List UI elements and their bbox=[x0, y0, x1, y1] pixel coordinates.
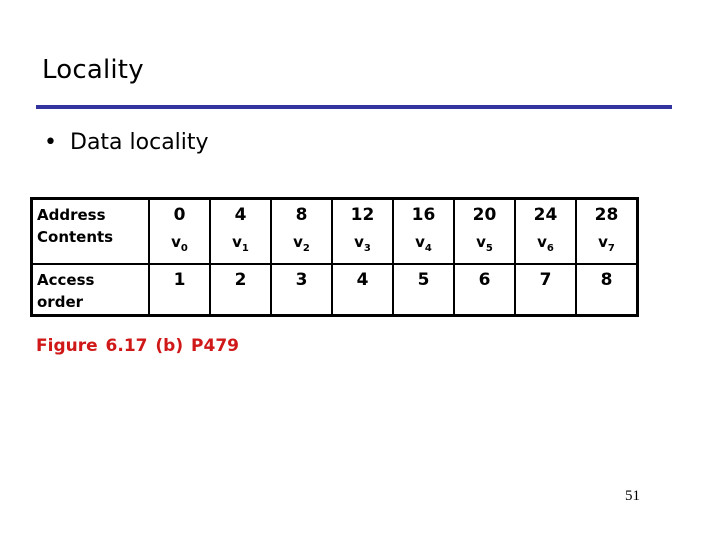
order-value: 4 bbox=[356, 270, 369, 290]
table-cell: 2 bbox=[209, 263, 272, 317]
order-value: 7 bbox=[539, 270, 552, 290]
content-value: v0 bbox=[171, 233, 188, 254]
table-cell: 1 bbox=[148, 263, 211, 317]
table-cell: 28 v7 bbox=[575, 197, 639, 265]
bullet-text: Data locality bbox=[70, 130, 209, 155]
title-divider bbox=[36, 105, 672, 109]
table-cell: 20 v5 bbox=[453, 197, 516, 265]
content-value: v4 bbox=[415, 233, 432, 254]
content-value: v2 bbox=[293, 233, 310, 254]
address-value: 20 bbox=[472, 205, 497, 225]
content-value: v1 bbox=[232, 233, 249, 254]
content-value: v5 bbox=[476, 233, 493, 254]
table-cell: 12 v3 bbox=[331, 197, 394, 265]
table-cell: 3 bbox=[270, 263, 333, 317]
content-value: v7 bbox=[598, 233, 615, 254]
header-address: Address bbox=[37, 206, 106, 224]
page-number: 51 bbox=[625, 488, 640, 504]
table-row-address-contents: Address Contents 0 v0 4 v1 8 v2 12 v3 16 v4 2… bbox=[30, 197, 639, 265]
order-value: 5 bbox=[417, 270, 430, 290]
table-cell: 5 bbox=[392, 263, 455, 317]
table-cell: 4 v1 bbox=[209, 197, 272, 265]
locality-table: Address Contents 0 v0 4 v1 8 v2 12 v3 16 v4 2… bbox=[30, 197, 639, 317]
address-value: 24 bbox=[533, 205, 558, 225]
table-cell: 8 v2 bbox=[270, 197, 333, 265]
address-value: 8 bbox=[295, 205, 308, 225]
header-contents: Contents bbox=[37, 228, 114, 246]
bullet-dot-icon: • bbox=[44, 130, 57, 155]
table-cell: 6 bbox=[453, 263, 516, 317]
header-order: order bbox=[37, 293, 84, 311]
table-cell: 24 v6 bbox=[514, 197, 577, 265]
bullet-item: • Data locality bbox=[44, 130, 209, 155]
order-value: 2 bbox=[234, 270, 247, 290]
address-value: 28 bbox=[594, 205, 619, 225]
order-value: 6 bbox=[478, 270, 491, 290]
table-cell: 7 bbox=[514, 263, 577, 317]
slide-title: Locality bbox=[42, 55, 144, 85]
address-value: 16 bbox=[411, 205, 436, 225]
content-value: v3 bbox=[354, 233, 371, 254]
table-cell: 16 v4 bbox=[392, 197, 455, 265]
table-row-access-order: Access order 1 2 3 4 5 6 7 8 bbox=[30, 263, 639, 317]
table-cell: 0 v0 bbox=[148, 197, 211, 265]
content-value: v6 bbox=[537, 233, 554, 254]
order-value: 8 bbox=[600, 270, 613, 290]
order-value: 1 bbox=[173, 270, 186, 290]
order-value: 3 bbox=[295, 270, 308, 290]
table-cell: 8 bbox=[575, 263, 639, 317]
figure-caption: Figure 6.17 (b) P479 bbox=[36, 336, 239, 356]
header-access: Access bbox=[37, 271, 95, 289]
row-header-access-order: Access order bbox=[30, 263, 150, 317]
row-header-address-contents: Address Contents bbox=[30, 197, 150, 265]
address-value: 0 bbox=[173, 205, 186, 225]
table-cell: 4 bbox=[331, 263, 394, 317]
address-value: 12 bbox=[350, 205, 375, 225]
address-value: 4 bbox=[234, 205, 247, 225]
